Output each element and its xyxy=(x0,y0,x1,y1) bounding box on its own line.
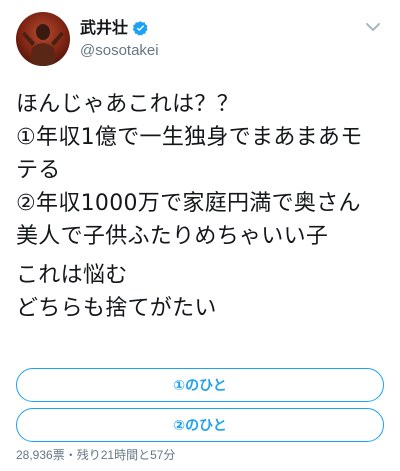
tweet-line: ①年収1億で一生独身でまあまあモ xyxy=(16,125,363,150)
poll-meta: 28,936票・残り21時間と57分 xyxy=(16,446,175,463)
name-row: 武井壮 xyxy=(80,18,149,38)
tweet-line: ②年収1000万で家庭円満で奥さん xyxy=(16,191,361,216)
tweet-line: 美人で子供ふたりめちゃいい子 xyxy=(16,224,329,249)
poll: ①のひと ②のひと xyxy=(16,368,384,448)
poll-option-2-button[interactable]: ②のひと xyxy=(16,408,384,442)
tweet-header: 武井壮 @sosotakei xyxy=(16,12,384,68)
chevron-down-icon[interactable] xyxy=(364,18,382,36)
tweet-line: これは悩む xyxy=(16,263,128,288)
tweet-line: どちらも捨てがたい xyxy=(16,296,217,321)
tweet-line: テる xyxy=(16,158,61,183)
poll-vote-count: 28,936票 xyxy=(16,448,65,462)
poll-time-left: 残り21時間と57分 xyxy=(76,448,176,462)
tweet-paragraph: これは悩む どちらも捨てがたい xyxy=(16,259,388,325)
user-handle[interactable]: @sosotakei xyxy=(80,42,159,60)
poll-option-1-button[interactable]: ①のひと xyxy=(16,368,384,402)
tweet-paragraph: ほんじゃあこれは？？ ①年収1億で一生独身でまあまあモ テる ②年収1000万で… xyxy=(16,88,388,253)
tweet-text: ほんじゃあこれは？？ ①年収1億で一生独身でまあまあモ テる ②年収1000万で… xyxy=(16,88,388,331)
avatar-figure-icon xyxy=(22,24,64,66)
tweet-line: ほんじゃあこれは？？ xyxy=(16,92,240,117)
poll-separator: ・ xyxy=(64,448,77,462)
avatar[interactable] xyxy=(16,12,70,66)
tweet-card: 武井壮 @sosotakei ほんじゃあこれは？？ ①年収1億で一生独身でまあま… xyxy=(0,0,400,471)
display-name[interactable]: 武井壮 xyxy=(80,18,128,38)
verified-badge-icon xyxy=(132,20,149,37)
